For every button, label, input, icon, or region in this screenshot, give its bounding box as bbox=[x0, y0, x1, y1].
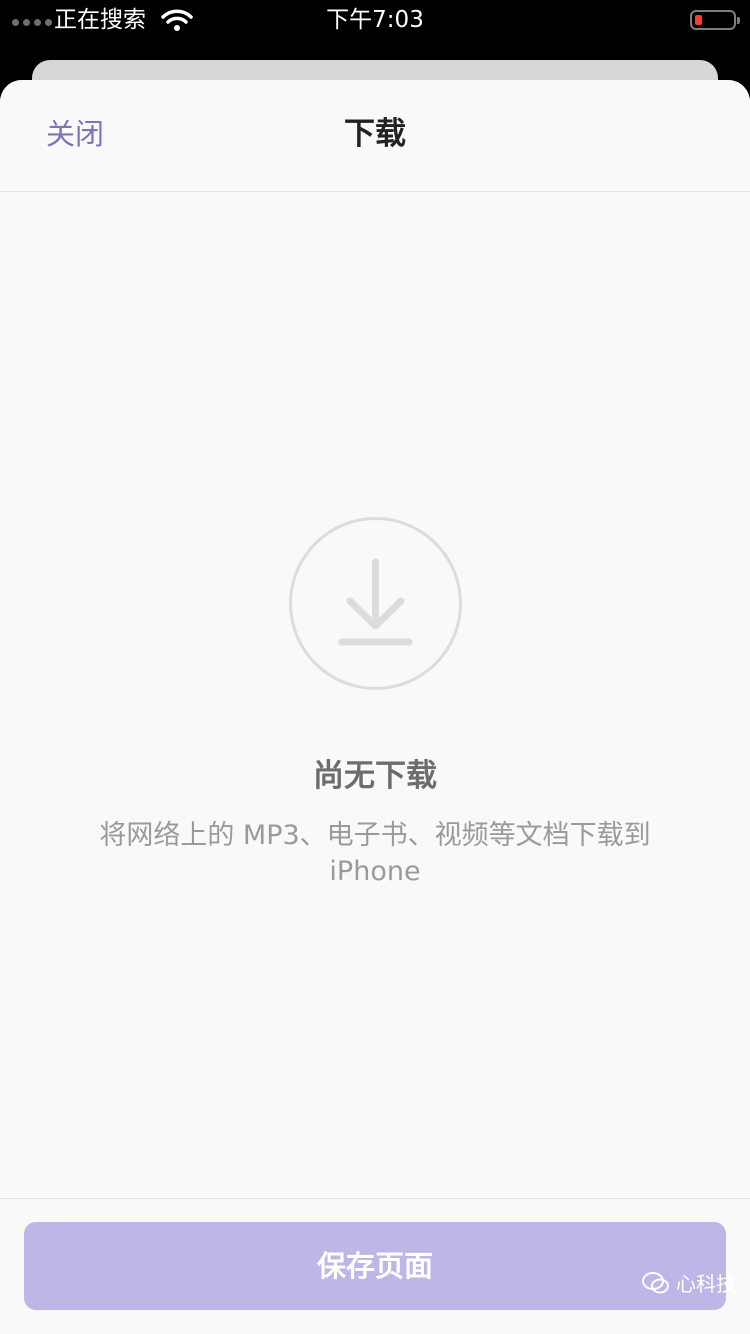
watermark: 心科技 bbox=[642, 1268, 736, 1297]
bottom-divider bbox=[0, 1198, 750, 1199]
status-time: 下午7:03 bbox=[326, 7, 424, 33]
empty-state-description-line1: 将网络上的 MP3、电子书、视频等文档下载到 bbox=[99, 820, 651, 851]
downloads-sheet: 关闭 下载 尚无下载 将网络上的 MP3、电子书、视频等文档下载到 iPhone… bbox=[0, 80, 750, 1334]
empty-state-description: 将网络上的 MP3、电子书、视频等文档下载到 iPhone bbox=[50, 818, 700, 890]
page-title: 下载 bbox=[344, 116, 406, 152]
save-page-button[interactable]: 保存页面 bbox=[24, 1222, 726, 1310]
nav-bar: 关闭 下载 bbox=[0, 80, 750, 192]
wechat-icon bbox=[642, 1271, 669, 1293]
download-icon bbox=[289, 517, 462, 690]
battery-low-icon bbox=[690, 10, 740, 30]
empty-state-description-line2: iPhone bbox=[329, 856, 421, 887]
watermark-text: 心科技 bbox=[676, 1272, 736, 1296]
status-bar: 正在搜索 下午7:03 bbox=[0, 0, 750, 42]
screen: 正在搜索 下午7:03 关闭 下载 尚无下载 将网络上的 MP3、电子书、视频等… bbox=[0, 0, 750, 1334]
empty-state-title: 尚无下载 bbox=[313, 758, 437, 794]
